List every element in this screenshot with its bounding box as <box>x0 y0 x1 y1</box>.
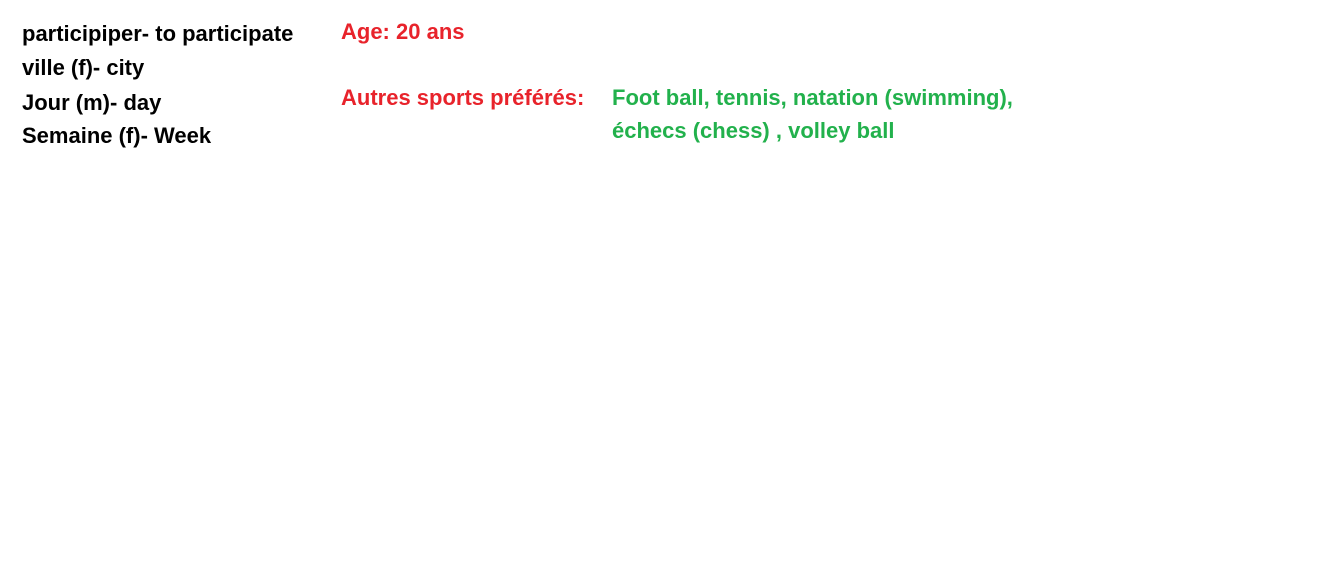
vocab-item-participer: participiper- to participate <box>22 21 294 46</box>
other-sports-value-line-2: échecs (chess) , volley ball <box>612 118 895 143</box>
vocab-item-jour: Jour (m)- day <box>22 90 162 115</box>
vocab-item-ville: ville (f)- city <box>22 55 145 80</box>
vocab-item-semaine: Semaine (f)- Week <box>22 123 212 148</box>
age-label: Age: 20 ans <box>341 19 465 44</box>
other-sports-label: Autres sports préférés: <box>341 85 585 110</box>
other-sports-value-line-1: Foot ball, tennis, natation (swimming), <box>612 85 1013 110</box>
